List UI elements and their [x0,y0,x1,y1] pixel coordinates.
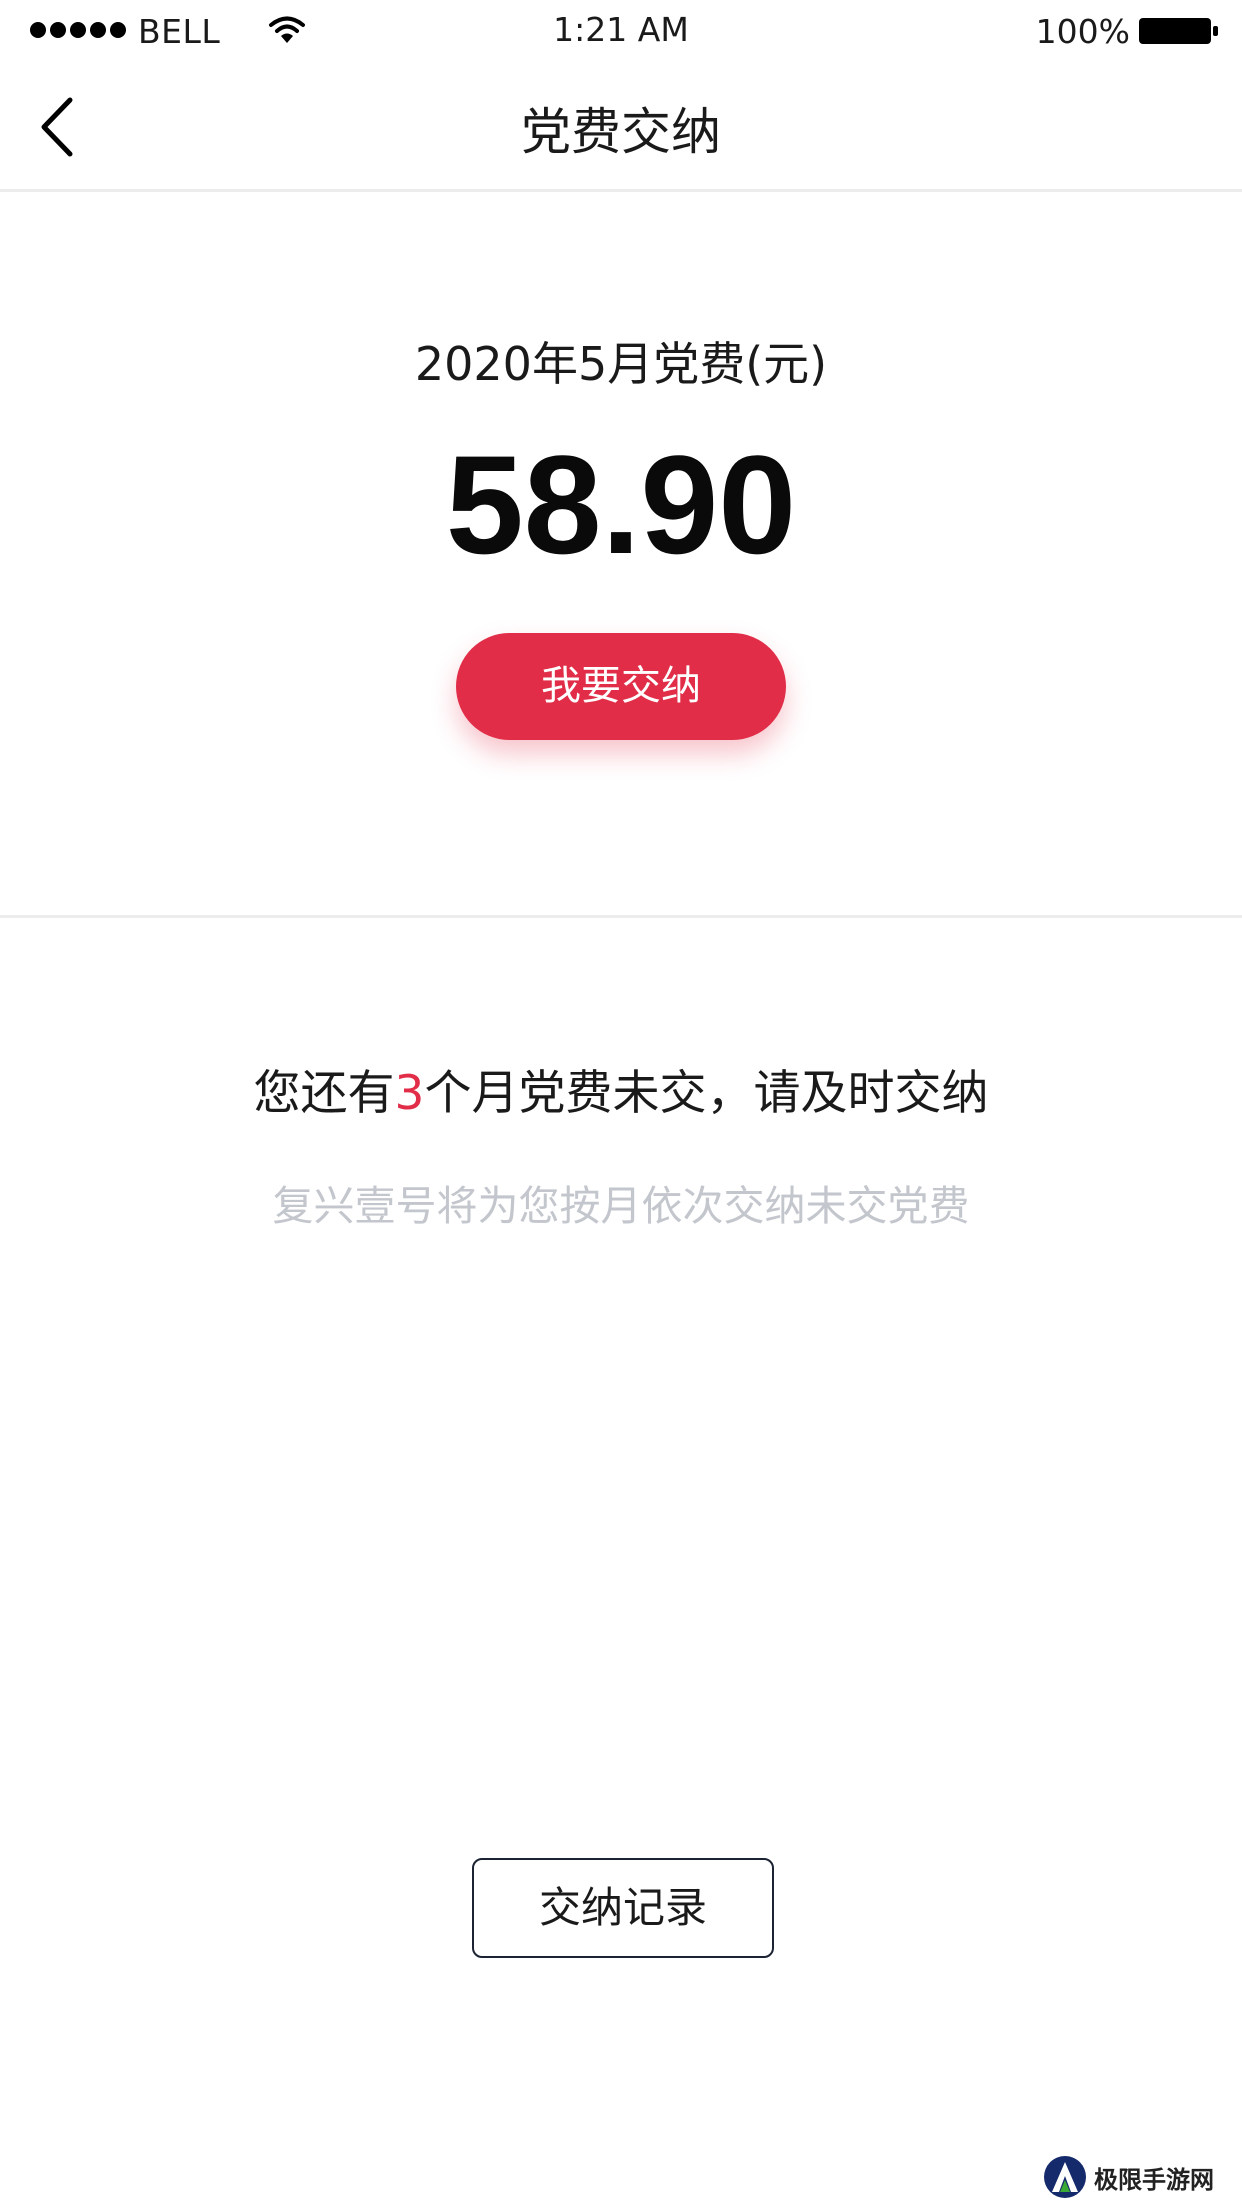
fee-amount: 58.90 [445,426,797,583]
fee-period-label: 2020年5月党费(元) [414,337,828,391]
nav-bar: 党费交纳 [0,62,1242,192]
watermark: 极限手游网 [1042,2152,1232,2202]
auto-pay-hint: 复兴壹号将为您按月依次交纳未交党费 [272,1182,970,1230]
payment-records-button[interactable]: 交纳记录 [472,1858,774,1958]
pay-button[interactable]: 我要交纳 [456,633,786,740]
unpaid-notice-prefix: 您还有 [253,1066,395,1121]
battery-icon [1139,18,1218,44]
status-bar: BELL 1:21 AM 100% [0,0,1242,62]
battery-percentage: 100% [1035,12,1130,51]
unpaid-notice: 您还有3个月党费未交，请及时交纳 [0,1054,1242,1123]
section-divider [0,915,1242,918]
page-title: 党费交纳 [521,103,721,161]
unpaid-notice-suffix: 个月党费未交，请及时交纳 [424,1066,989,1121]
watermark-logo-icon [1044,2156,1086,2198]
watermark-text: 极限手游网 [1094,2164,1214,2194]
unpaid-months-count: 3 [394,1066,425,1121]
